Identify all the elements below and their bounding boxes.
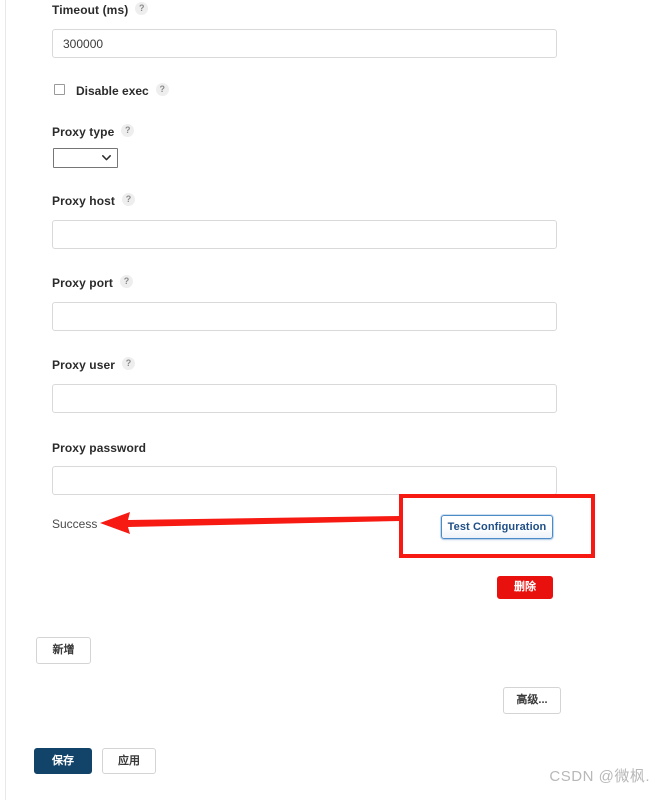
save-button[interactable]: 保存 <box>34 748 92 774</box>
help-icon-proxy-host[interactable]: ? <box>122 193 136 207</box>
proxy-host-input[interactable] <box>52 220 557 249</box>
proxy-settings-form: Timeout (ms)? Disable exec? Proxy type? … <box>0 0 658 800</box>
proxy-user-input[interactable] <box>52 384 557 413</box>
help-icon-proxy-user[interactable]: ? <box>122 357 136 371</box>
disable-exec-row[interactable]: Disable exec? <box>54 83 169 98</box>
apply-button[interactable]: 应用 <box>102 748 156 774</box>
label-proxy-password: Proxy password <box>52 440 146 455</box>
label-proxy-type: Proxy type? <box>52 124 135 139</box>
annotation-arrow <box>100 506 400 538</box>
label-proxy-user-text: Proxy user <box>52 357 116 372</box>
chevron-down-icon <box>102 155 111 161</box>
label-proxy-port-text: Proxy port <box>52 275 114 290</box>
delete-button[interactable]: 删除 <box>497 576 553 599</box>
label-proxy-port: Proxy port? <box>52 275 134 290</box>
add-button[interactable]: 新增 <box>36 637 91 664</box>
label-proxy-host: Proxy host? <box>52 193 136 208</box>
timeout-input[interactable] <box>52 29 557 58</box>
help-icon-proxy-port[interactable]: ? <box>120 275 134 289</box>
label-timeout-text: Timeout (ms) <box>52 2 129 17</box>
proxy-port-input[interactable] <box>52 302 557 331</box>
annotation-highlight-box <box>399 494 595 558</box>
label-timeout: Timeout (ms)? <box>52 2 149 17</box>
proxy-type-select[interactable] <box>53 148 118 168</box>
disable-exec-label: Disable exec <box>76 83 149 98</box>
advanced-button[interactable]: 高级... <box>503 687 561 714</box>
disable-exec-checkbox[interactable] <box>54 84 65 96</box>
label-proxy-password-text: Proxy password <box>52 440 147 455</box>
label-proxy-type-text: Proxy type <box>52 124 115 139</box>
label-proxy-user: Proxy user? <box>52 357 136 372</box>
label-proxy-host-text: Proxy host <box>52 193 116 208</box>
proxy-password-input[interactable] <box>52 466 557 495</box>
watermark: CSDN @微枫. <box>549 768 650 785</box>
status-message: Success <box>52 517 98 531</box>
help-icon-timeout[interactable]: ? <box>135 2 149 16</box>
help-icon-proxy-type[interactable]: ? <box>121 124 135 138</box>
help-icon-disable-exec[interactable]: ? <box>155 83 169 97</box>
